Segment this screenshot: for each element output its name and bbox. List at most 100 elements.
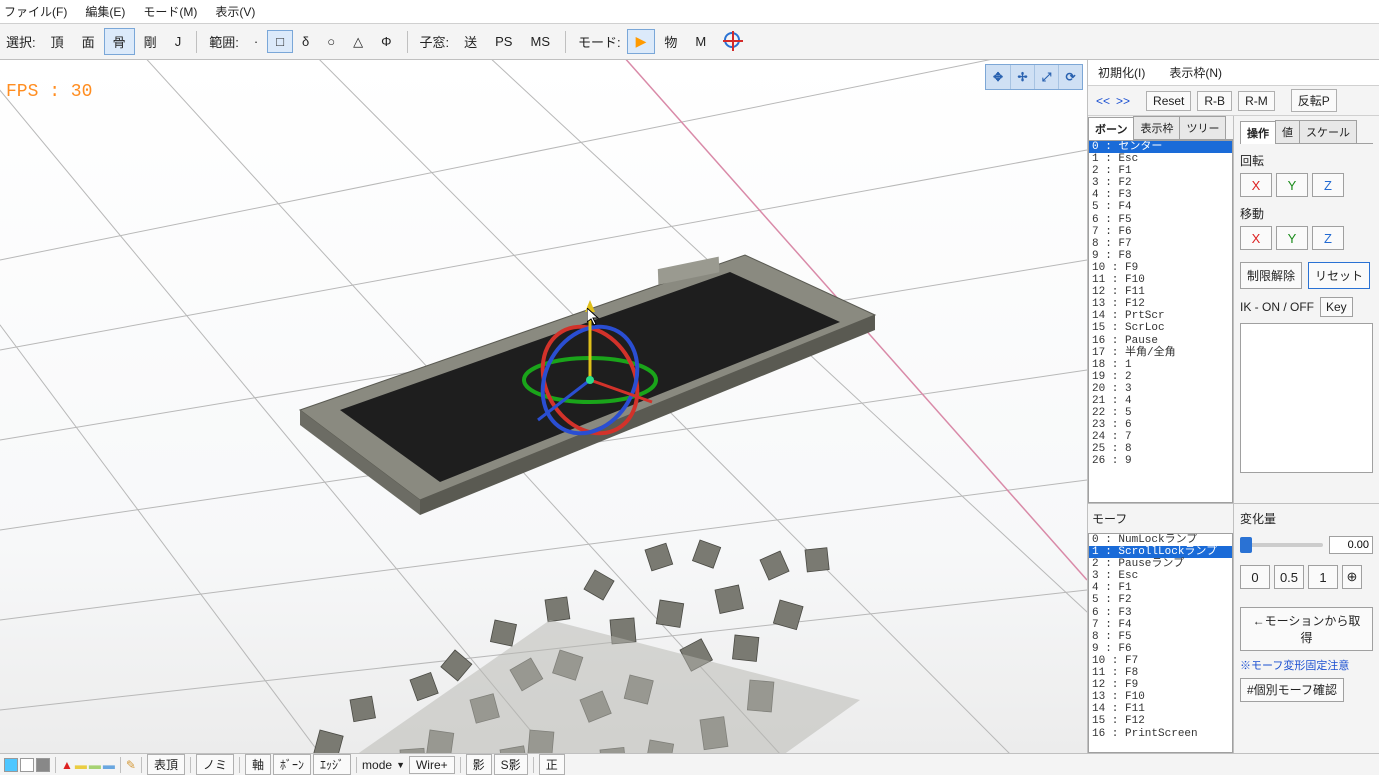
list-item[interactable]: 16 : Pause: [1089, 335, 1232, 347]
swatch-white[interactable]: [20, 758, 34, 772]
list-item[interactable]: 0 : センター: [1089, 141, 1232, 153]
individual-morph-check-button[interactable]: #個別モーフ確認: [1240, 678, 1344, 702]
rotate-x-button[interactable]: X: [1240, 173, 1272, 197]
list-item[interactable]: 1 : Esc: [1089, 153, 1232, 165]
tab-tree[interactable]: ツリー: [1179, 116, 1226, 139]
preset-1-button[interactable]: 1: [1308, 565, 1338, 589]
list-item[interactable]: 12 : F11: [1089, 286, 1232, 298]
from-motion-button[interactable]: ←モーションから取得: [1240, 607, 1373, 651]
menu-file[interactable]: ファイル(F): [4, 3, 67, 20]
range-triangle-button[interactable]: △: [344, 30, 372, 54]
list-item[interactable]: 13 : F12: [1089, 298, 1232, 310]
bone-listbox[interactable]: 0 : センター1 : Esc2 : F13 : F24 : F35 : F46…: [1088, 140, 1233, 503]
m-button[interactable]: M: [686, 30, 715, 53]
rotate-z-button[interactable]: Z: [1312, 173, 1344, 197]
tab-scale[interactable]: スケール: [1299, 120, 1357, 143]
list-item[interactable]: 5 : F2: [1089, 594, 1232, 606]
list-item[interactable]: 3 : F2: [1089, 177, 1232, 189]
tri-red-icon[interactable]: ▲: [61, 758, 73, 772]
select-face-button[interactable]: 面: [73, 28, 104, 55]
limit-release-button[interactable]: 制限解除: [1240, 262, 1302, 289]
list-item[interactable]: 25 : 8: [1089, 443, 1232, 455]
morph-listbox[interactable]: 0 : NumLockランプ1 : ScrollLockランプ2 : Pause…: [1088, 533, 1233, 753]
list-item[interactable]: 10 : F9: [1089, 262, 1232, 274]
sb-chisel-button[interactable]: ノミ: [196, 754, 234, 775]
tri-yellow-icon[interactable]: ▬: [75, 758, 87, 772]
sb-shadow-button[interactable]: 影: [466, 754, 492, 775]
nav-pan-icon[interactable]: ✥: [986, 65, 1010, 89]
move-y-button[interactable]: Y: [1276, 226, 1308, 250]
ps-button[interactable]: PS: [486, 30, 521, 53]
rm-button[interactable]: R-M: [1238, 91, 1275, 111]
move-x-button[interactable]: X: [1240, 226, 1272, 250]
select-rigid-button[interactable]: 剛: [135, 28, 166, 55]
list-item[interactable]: 2 : Pauseランプ: [1089, 558, 1232, 570]
sb-front-button[interactable]: 正: [539, 754, 565, 775]
rb-button[interactable]: R-B: [1197, 91, 1232, 111]
nav-next-button[interactable]: >>: [1116, 94, 1130, 108]
list-item[interactable]: 6 : F3: [1089, 607, 1232, 619]
play-button[interactable]: ▶: [627, 29, 656, 54]
select-bone-button[interactable]: 骨: [104, 28, 135, 55]
nav-move-icon[interactable]: ✢: [1010, 65, 1034, 89]
tri-blue-icon[interactable]: ▬: [103, 758, 115, 772]
target-button[interactable]: [715, 28, 749, 55]
list-item[interactable]: 9 : F8: [1089, 250, 1232, 262]
change-amount-input[interactable]: [1329, 536, 1373, 554]
flip-p-button[interactable]: 反転P: [1291, 89, 1337, 112]
range-sigma-button[interactable]: δ: [293, 30, 318, 53]
range-dot-button[interactable]: ·: [245, 30, 267, 53]
list-item[interactable]: 0 : NumLockランプ: [1089, 534, 1232, 546]
reset-transform-button[interactable]: リセット: [1308, 262, 1370, 289]
list-item[interactable]: 5 : F4: [1089, 201, 1232, 213]
list-item[interactable]: 9 : F6: [1089, 643, 1232, 655]
list-item[interactable]: 22 : 5: [1089, 407, 1232, 419]
list-item[interactable]: 11 : F10: [1089, 274, 1232, 286]
select-vertex-button[interactable]: 頂: [42, 28, 73, 55]
menu-mode[interactable]: モード(M): [143, 3, 197, 20]
slider-thumb[interactable]: [1240, 537, 1252, 553]
sb-edge-button[interactable]: ｴｯｼﾞ: [313, 754, 351, 775]
list-item[interactable]: 3 : Esc: [1089, 570, 1232, 582]
list-item[interactable]: 19 : 2: [1089, 371, 1232, 383]
sp-menu-frame[interactable]: 表示枠(N): [1169, 64, 1222, 81]
dropdown-icon[interactable]: ▼: [394, 760, 407, 770]
brush-icon[interactable]: ✎: [126, 758, 136, 772]
range-phi-button[interactable]: Φ: [372, 30, 400, 53]
list-item[interactable]: 14 : PrtScr: [1089, 310, 1232, 322]
list-item[interactable]: 6 : F5: [1089, 214, 1232, 226]
menu-view[interactable]: 表示(V): [215, 3, 255, 20]
list-item[interactable]: 4 : F3: [1089, 189, 1232, 201]
tab-bone[interactable]: ボーン: [1088, 117, 1134, 140]
sb-vertex-button[interactable]: 表頂: [147, 754, 185, 775]
list-item[interactable]: 12 : F9: [1089, 679, 1232, 691]
tri-green-icon[interactable]: ▬: [89, 758, 101, 772]
nav-zoom-icon[interactable]: ⤢: [1034, 65, 1058, 89]
list-item[interactable]: 8 : F7: [1089, 238, 1232, 250]
list-item[interactable]: 23 : 6: [1089, 419, 1232, 431]
list-item[interactable]: 11 : F8: [1089, 667, 1232, 679]
list-item[interactable]: 15 : ScrLoc: [1089, 322, 1232, 334]
ik-listbox[interactable]: [1240, 323, 1373, 473]
list-item[interactable]: 10 : F7: [1089, 655, 1232, 667]
list-item[interactable]: 7 : F6: [1089, 226, 1232, 238]
list-item[interactable]: 21 : 4: [1089, 395, 1232, 407]
sb-wire-button[interactable]: Wire+: [409, 756, 455, 774]
list-item[interactable]: 7 : F4: [1089, 619, 1232, 631]
menu-edit[interactable]: 編集(E): [85, 3, 125, 20]
move-z-button[interactable]: Z: [1312, 226, 1344, 250]
nav-prev-button[interactable]: <<: [1096, 94, 1110, 108]
range-circle-button[interactable]: ○: [318, 30, 344, 53]
sb-sshadow-button[interactable]: S影: [494, 754, 528, 775]
list-item[interactable]: 2 : F1: [1089, 165, 1232, 177]
list-item[interactable]: 4 : F1: [1089, 582, 1232, 594]
nav-orbit-icon[interactable]: ⟳: [1058, 65, 1082, 89]
swatch-blue[interactable]: [4, 758, 18, 772]
send-button[interactable]: 送: [455, 28, 486, 55]
key-button[interactable]: Key: [1320, 297, 1353, 317]
preset-0-button[interactable]: 0: [1240, 565, 1270, 589]
list-item[interactable]: 14 : F11: [1089, 703, 1232, 715]
preset-more-button[interactable]: ⊕: [1342, 565, 1362, 589]
reset-button[interactable]: Reset: [1146, 91, 1191, 111]
preset-05-button[interactable]: 0.5: [1274, 565, 1304, 589]
